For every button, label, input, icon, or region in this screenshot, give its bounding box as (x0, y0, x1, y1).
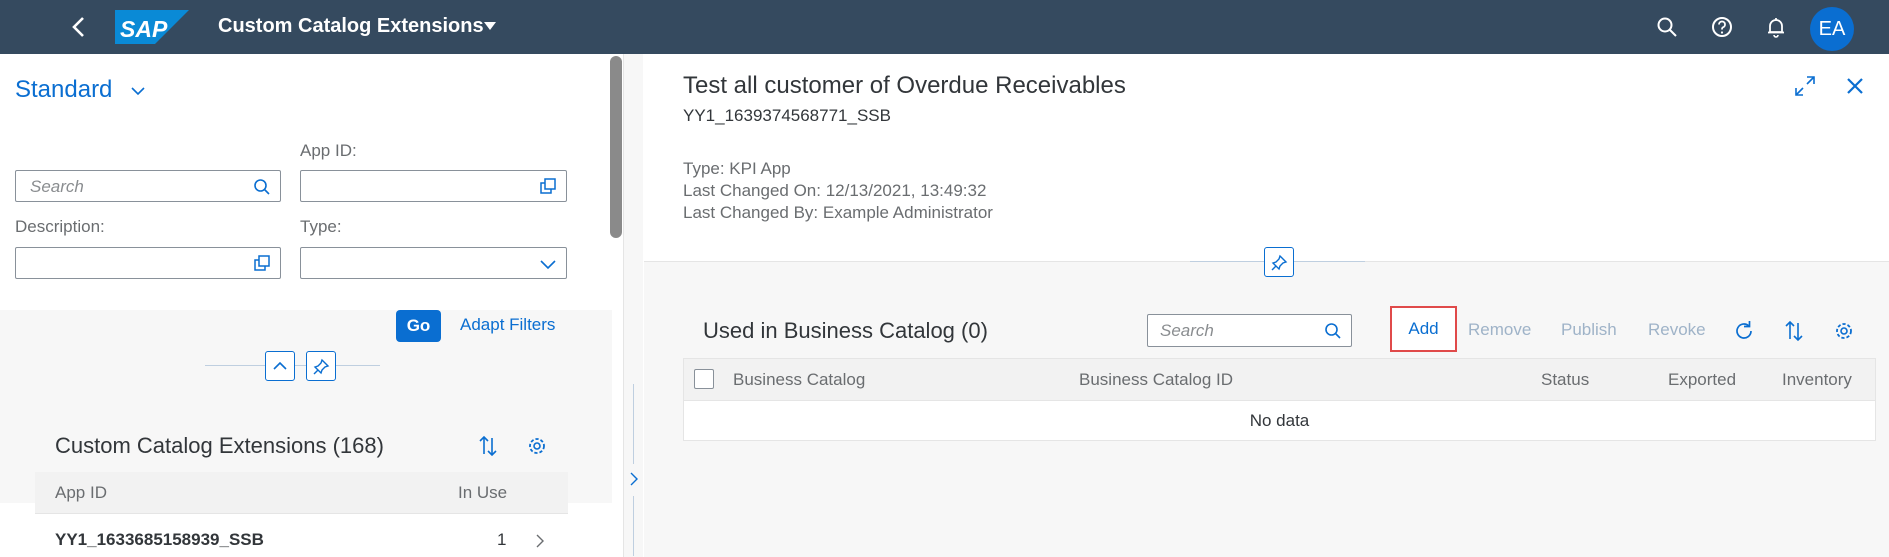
chevron-up-icon (273, 361, 287, 370)
business-catalog-table: Business Catalog Business Catalog ID Sta… (683, 358, 1876, 441)
back-icon[interactable] (64, 12, 94, 42)
pin-header-button[interactable] (1264, 247, 1294, 277)
settings-icon[interactable] (1831, 318, 1857, 344)
pane-splitter[interactable] (623, 54, 643, 557)
last-changed-on-attribute: Last Changed On: 12/13/2021, 13:49:32 (683, 181, 987, 200)
description-field[interactable] (15, 247, 281, 279)
close-icon[interactable] (1843, 74, 1867, 98)
table-row[interactable]: YY1_1633685158939_SSB 1 (35, 515, 568, 557)
business-catalog-title: Used in Business Catalog (0) (703, 318, 988, 343)
notifications-icon[interactable] (1763, 14, 1789, 40)
column-business-catalog[interactable]: Business Catalog (733, 370, 865, 390)
type-select[interactable] (300, 247, 567, 279)
type-attribute: Type: KPI App (683, 159, 791, 178)
column-app-id[interactable]: App ID (55, 483, 107, 503)
last-changed-by-attribute: Last Changed By: Example Administrator (683, 203, 993, 222)
expand-right-icon[interactable] (628, 470, 640, 488)
search-placeholder: Search (1160, 321, 1214, 340)
type-label: Type: (300, 217, 342, 236)
column-inventory[interactable]: Inventory (1782, 370, 1852, 390)
splitter-line (633, 384, 634, 464)
app-id-label: App ID: (300, 141, 357, 160)
search-icon[interactable] (1654, 14, 1680, 40)
pin-icon (1271, 254, 1288, 271)
select-all-checkbox[interactable] (694, 369, 714, 389)
pin-header-button[interactable] (306, 351, 336, 381)
search-input[interactable]: Search (15, 170, 281, 202)
sort-icon[interactable] (475, 433, 501, 459)
list-title: Custom Catalog Extensions (168) (55, 433, 384, 458)
row-in-use: 1 (497, 530, 507, 549)
revoke-button[interactable]: Revoke (1648, 320, 1706, 340)
business-catalog-search-input[interactable]: Search (1147, 314, 1352, 347)
collapse-header-button[interactable] (265, 351, 295, 381)
refresh-icon[interactable] (1731, 318, 1757, 344)
go-button[interactable]: Go (396, 310, 441, 342)
table-header: Business Catalog Business Catalog ID Sta… (684, 359, 1875, 401)
remove-button[interactable]: Remove (1468, 320, 1531, 340)
sort-icon[interactable] (1781, 318, 1807, 344)
caret-down-icon[interactable] (483, 21, 497, 31)
variant-selector[interactable]: Standard (15, 76, 112, 104)
table-header: App ID In Use (35, 472, 568, 514)
scrollbar-thumb[interactable] (610, 56, 622, 238)
user-avatar[interactable]: EA (1810, 7, 1854, 51)
sap-logo-text: SAP (120, 16, 168, 42)
column-business-catalog-id[interactable]: Business Catalog ID (1079, 370, 1233, 390)
search-icon[interactable] (252, 177, 272, 197)
row-app-id: YY1_1633685158939_SSB (55, 530, 264, 549)
settings-icon[interactable] (524, 433, 550, 459)
column-in-use[interactable]: In Use (458, 483, 507, 503)
detail-title: Test all customer of Overdue Receivables (683, 72, 1126, 99)
detail-subtitle: YY1_1639374568771_SSB (683, 106, 891, 125)
publish-button[interactable]: Publish (1561, 320, 1617, 340)
chevron-down-icon[interactable] (538, 254, 558, 274)
search-icon[interactable] (1323, 321, 1343, 341)
splitter-line (633, 496, 634, 556)
pin-icon (313, 358, 330, 375)
app-title[interactable]: Custom Catalog Extensions (218, 15, 484, 38)
adapt-filters-link[interactable]: Adapt Filters (460, 315, 555, 335)
fullscreen-icon[interactable] (1793, 74, 1817, 98)
value-help-icon[interactable] (252, 254, 272, 274)
no-data-text: No data (1249, 411, 1310, 430)
sap-logo[interactable]: SAP (115, 10, 189, 44)
column-exported[interactable]: Exported (1668, 370, 1736, 390)
app-id-field[interactable] (300, 170, 567, 202)
chevron-right-icon[interactable] (535, 533, 545, 549)
chevron-down-icon[interactable] (130, 86, 146, 96)
value-help-icon[interactable] (538, 177, 558, 197)
column-status[interactable]: Status (1541, 370, 1589, 390)
help-icon[interactable] (1709, 14, 1735, 40)
catalog-extensions-table: App ID In Use YY1_1633685158939_SSB 1 (35, 472, 568, 557)
search-placeholder: Search (30, 177, 84, 196)
description-label: Description: (15, 217, 105, 236)
add-button[interactable]: Add (1390, 306, 1457, 352)
